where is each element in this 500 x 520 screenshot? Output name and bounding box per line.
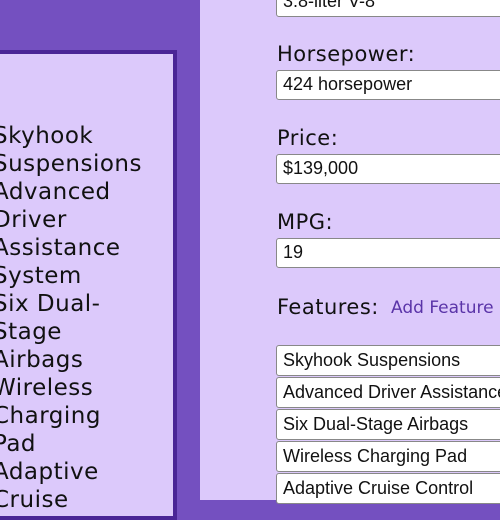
- add-feature-link[interactable]: Add Feature: [391, 298, 494, 318]
- price-field[interactable]: $139,000: [276, 154, 500, 184]
- list-item: Airbags: [0, 347, 84, 373]
- horsepower-label: Horsepower:: [277, 42, 416, 66]
- list-item: Advanced: [0, 179, 111, 205]
- feature-item[interactable]: Skyhook Suspensions: [276, 345, 500, 376]
- feature-item[interactable]: Advanced Driver Assistance System: [276, 377, 500, 408]
- price-label: Price:: [277, 126, 339, 150]
- mpg-field[interactable]: 19: [276, 238, 500, 268]
- list-item: System: [0, 263, 82, 289]
- engine-field[interactable]: 3.8-liter V-8: [276, 0, 500, 17]
- list-item: Adaptive: [0, 459, 99, 485]
- feature-item[interactable]: Adaptive Cruise Control: [276, 473, 500, 504]
- list-item: Charging: [0, 403, 101, 429]
- mpg-label: MPG:: [277, 210, 334, 234]
- feature-item[interactable]: Six Dual-Stage Airbags: [276, 409, 500, 440]
- left-feature-list: Skyhook Suspensions Advanced Driver Assi…: [0, 122, 173, 514]
- list-item: Wireless: [0, 375, 94, 401]
- list-item: Cruise: [0, 487, 69, 513]
- list-item: Driver: [0, 207, 67, 233]
- list-item: Suspensions: [0, 151, 142, 177]
- feature-item[interactable]: Wireless Charging Pad: [276, 441, 500, 472]
- list-item: Skyhook: [0, 123, 94, 149]
- horsepower-field[interactable]: 424 horsepower: [276, 70, 500, 100]
- features-list: Skyhook Suspensions Advanced Driver Assi…: [276, 345, 500, 505]
- list-item: Six Dual-: [0, 291, 101, 317]
- list-item: Assistance: [0, 235, 121, 261]
- features-label: Features:: [277, 295, 379, 319]
- list-item: Stage: [0, 319, 62, 345]
- list-item: Pad: [0, 431, 37, 457]
